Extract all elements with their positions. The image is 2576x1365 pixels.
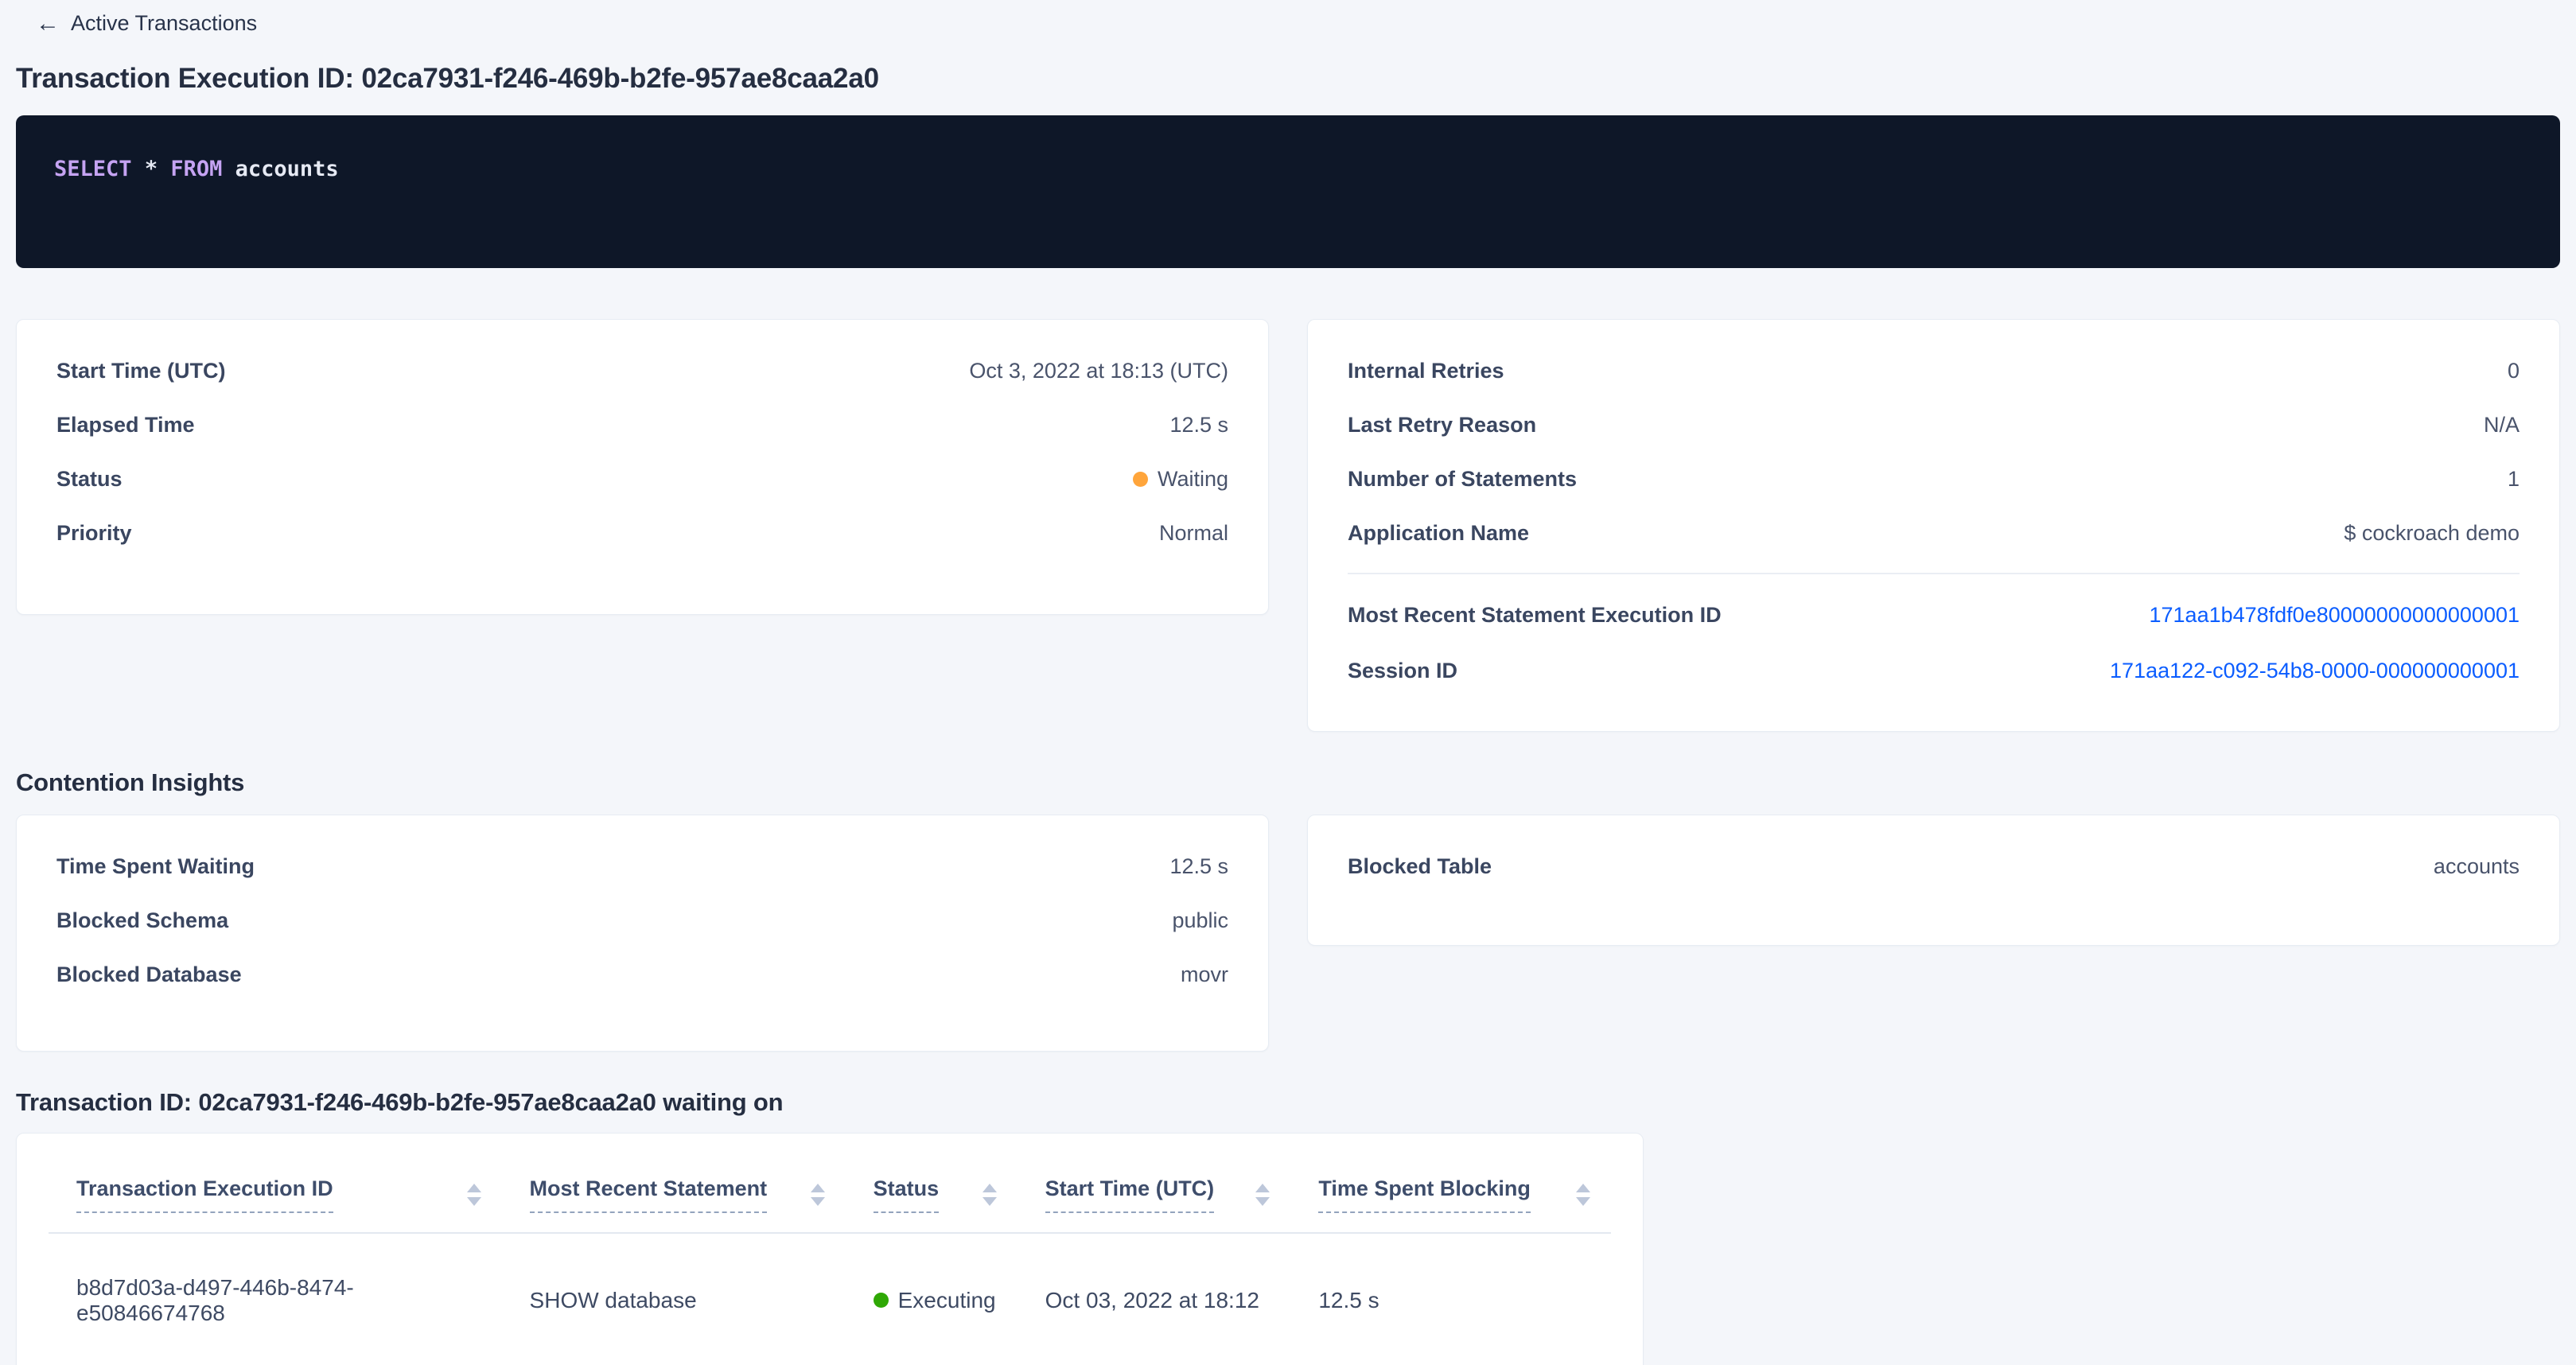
- waiting-on-table-card: Transaction Execution ID Most Recent Sta…: [16, 1133, 1644, 1365]
- internal-retries-row: Internal Retries 0: [1308, 344, 2559, 398]
- waiting-on-heading: Transaction ID: 02ca7931-f246-469b-b2fe-…: [16, 1088, 2560, 1117]
- status-executing-dot-icon: [874, 1293, 889, 1308]
- last-retry-reason-value: N/A: [2484, 413, 2520, 438]
- sql-token: *: [145, 157, 158, 181]
- session-id-row: Session ID 171aa122-c092-54b8-0000-00000…: [1308, 643, 2559, 698]
- cell-start-time: Oct 03, 2022 at 18:12: [1018, 1233, 1291, 1365]
- blocked-schema-label: Blocked Schema: [56, 908, 228, 933]
- status-badge: Executing: [898, 1288, 996, 1313]
- priority-label: Priority: [56, 521, 132, 546]
- session-id-label: Session ID: [1348, 659, 1457, 683]
- column-label: Status: [874, 1176, 940, 1213]
- back-arrow-icon: ←: [36, 12, 60, 36]
- start-time-label: Start Time (UTC): [56, 359, 226, 383]
- blocked-table-row: Blocked Table accounts: [1308, 839, 2559, 893]
- time-spent-waiting-label: Time Spent Waiting: [56, 854, 255, 879]
- waiting-on-table: Transaction Execution ID Most Recent Sta…: [49, 1143, 1611, 1365]
- start-time-row: Start Time (UTC) Oct 3, 2022 at 18:13 (U…: [17, 344, 1268, 398]
- contention-cards-row: Time Spent Waiting 12.5 s Blocked Schema…: [16, 815, 2560, 1052]
- sort-icon[interactable]: [973, 1184, 997, 1206]
- start-time-value: Oct 3, 2022 at 18:13 (UTC): [969, 359, 1228, 383]
- breadcrumb: ← Active Transactions: [16, 0, 2560, 36]
- time-spent-waiting-row: Time Spent Waiting 12.5 s: [17, 839, 1268, 893]
- statement-execution-id-label: Most Recent Statement Execution ID: [1348, 603, 1722, 628]
- cell-transaction-execution-id: b8d7d03a-d497-446b-8474-e50846674768: [49, 1233, 502, 1365]
- cell-status: Executing: [846, 1233, 1018, 1365]
- back-link-label: Active Transactions: [71, 11, 257, 36]
- elapsed-time-row: Elapsed Time 12.5 s: [17, 398, 1268, 452]
- contention-blocked-card: Blocked Table accounts: [1307, 815, 2560, 946]
- sql-keyword: FROM: [170, 157, 222, 181]
- application-name-value: $ cockroach demo: [2344, 521, 2520, 546]
- blocked-schema-value: public: [1172, 908, 1228, 933]
- sort-icon[interactable]: [457, 1184, 481, 1206]
- column-header-status[interactable]: Status: [846, 1143, 1018, 1233]
- number-of-statements-row: Number of Statements 1: [1308, 452, 2559, 506]
- number-of-statements-value: 1: [2508, 467, 2520, 492]
- column-label: Time Spent Blocking: [1318, 1176, 1531, 1213]
- card-divider: [1348, 573, 2520, 574]
- column-header-start-time[interactable]: Start Time (UTC): [1018, 1143, 1291, 1233]
- last-retry-reason-row: Last Retry Reason N/A: [1308, 398, 2559, 452]
- application-name-row: Application Name $ cockroach demo: [1308, 506, 2559, 560]
- sql-token: accounts: [235, 157, 339, 181]
- transaction-execution-detail-page: ← Active Transactions Transaction Execut…: [0, 0, 2576, 1365]
- column-header-most-recent-statement[interactable]: Most Recent Statement: [502, 1143, 846, 1233]
- sort-icon[interactable]: [1566, 1184, 1590, 1206]
- contention-insights-heading: Contention Insights: [16, 768, 2560, 797]
- sql-keyword: SELECT: [54, 157, 132, 181]
- elapsed-time-value: 12.5 s: [1169, 413, 1228, 438]
- transaction-summary-card: Start Time (UTC) Oct 3, 2022 at 18:13 (U…: [16, 319, 1269, 615]
- statement-execution-id-link[interactable]: 171aa1b478fdf0e80000000000000001: [2150, 603, 2520, 628]
- overview-cards-row: Start Time (UTC) Oct 3, 2022 at 18:13 (U…: [16, 319, 2560, 732]
- sort-icon[interactable]: [1246, 1184, 1270, 1206]
- priority-value: Normal: [1159, 521, 1228, 546]
- column-header-time-spent-blocking[interactable]: Time Spent Blocking: [1290, 1143, 1611, 1233]
- page-title: Transaction Execution ID: 02ca7931-f246-…: [16, 63, 2560, 95]
- blocked-table-value: accounts: [2434, 854, 2520, 879]
- table-header-row: Transaction Execution ID Most Recent Sta…: [49, 1143, 1611, 1233]
- status-badge: Waiting: [1158, 467, 1228, 492]
- column-label: Transaction Execution ID: [76, 1176, 333, 1213]
- session-id-link[interactable]: 171aa122-c092-54b8-0000-000000000001: [2110, 659, 2520, 683]
- cell-time-spent-blocking: 12.5 s: [1290, 1233, 1611, 1365]
- internal-retries-value: 0: [2508, 359, 2520, 383]
- cell-most-recent-statement: SHOW database: [502, 1233, 846, 1365]
- time-spent-waiting-value: 12.5 s: [1169, 854, 1228, 879]
- statement-execution-id-row: Most Recent Statement Execution ID 171aa…: [1308, 587, 2559, 643]
- blocked-table-label: Blocked Table: [1348, 854, 1492, 879]
- internal-retries-label: Internal Retries: [1348, 359, 1504, 383]
- column-label: Most Recent Statement: [530, 1176, 768, 1213]
- table-row: b8d7d03a-d497-446b-8474-e50846674768 SHO…: [49, 1233, 1611, 1365]
- column-header-transaction-execution-id[interactable]: Transaction Execution ID: [49, 1143, 502, 1233]
- sort-icon[interactable]: [801, 1184, 825, 1206]
- number-of-statements-label: Number of Statements: [1348, 467, 1577, 492]
- blocked-database-row: Blocked Database movr: [17, 947, 1268, 1001]
- elapsed-time-label: Elapsed Time: [56, 413, 195, 438]
- transaction-details-card: Internal Retries 0 Last Retry Reason N/A…: [1307, 319, 2560, 732]
- back-to-active-transactions-link[interactable]: ← Active Transactions: [36, 11, 257, 36]
- status-row: Status Waiting: [17, 452, 1268, 506]
- priority-row: Priority Normal: [17, 506, 1268, 560]
- application-name-label: Application Name: [1348, 521, 1529, 546]
- blocked-schema-row: Blocked Schema public: [17, 893, 1268, 947]
- status-label: Status: [56, 467, 123, 492]
- sql-statement-box: SELECT * FROM accounts: [16, 115, 2560, 268]
- blocked-database-label: Blocked Database: [56, 962, 242, 987]
- last-retry-reason-label: Last Retry Reason: [1348, 413, 1536, 438]
- status-value: Waiting: [1133, 467, 1228, 492]
- status-waiting-dot-icon: [1133, 472, 1148, 487]
- column-label: Start Time (UTC): [1045, 1176, 1215, 1213]
- contention-waiting-card: Time Spent Waiting 12.5 s Blocked Schema…: [16, 815, 1269, 1052]
- blocked-database-value: movr: [1181, 962, 1228, 987]
